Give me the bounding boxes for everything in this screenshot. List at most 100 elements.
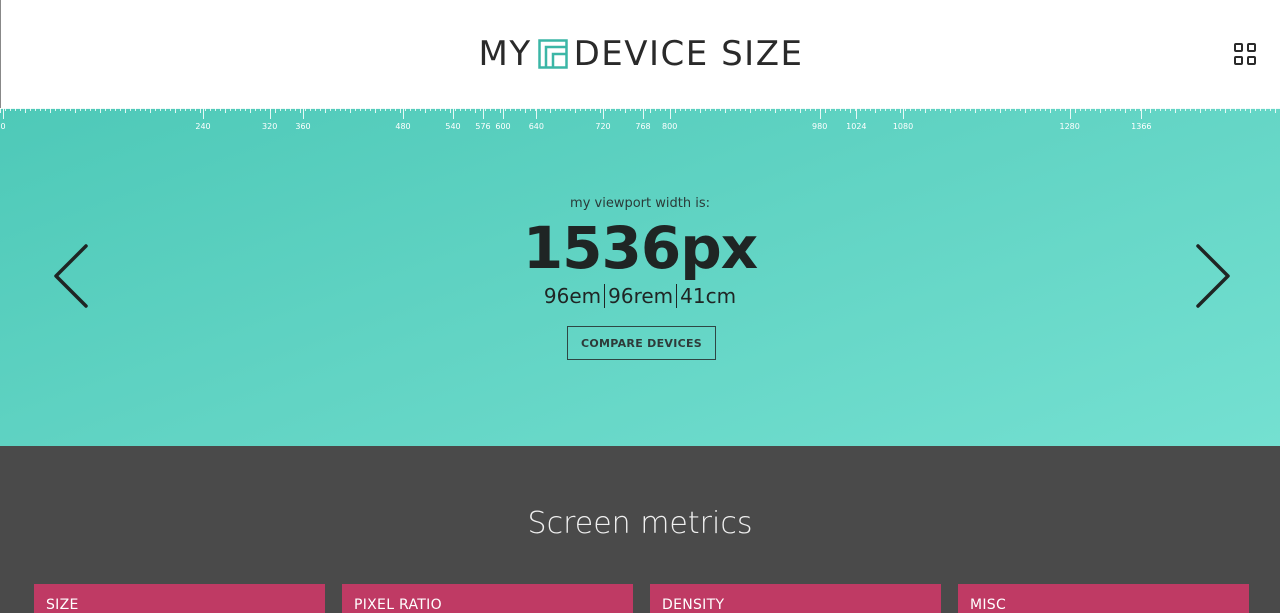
ruler-minor-tick [575,108,576,113]
ruler-minor-tick [410,108,411,111]
ruler-minor-tick [1115,108,1116,111]
ruler-minor-tick [1120,108,1121,111]
ruler-minor-tick [710,108,711,111]
ruler-minor-tick [90,108,91,111]
site-header: MY DEVICE SIZE [0,0,1280,108]
ruler-minor-tick [360,108,361,111]
ruler-minor-tick [680,108,681,111]
ruler-minor-tick [310,108,311,111]
ruler-minor-tick [395,108,396,111]
ruler-minor-tick [85,108,86,111]
ruler-minor-tick [1130,108,1131,111]
ruler-minor-tick [975,108,976,113]
ruler-minor-tick [625,108,626,113]
ruler-minor-tick [615,108,616,111]
ruler-minor-tick [135,108,136,111]
ruler-minor-tick [540,108,541,111]
ruler-minor-tick [685,108,686,111]
ruler-minor-tick [550,108,551,113]
ruler-minor-tick [285,108,286,111]
ruler-minor-tick [1025,108,1026,113]
ruler-minor-tick [75,108,76,113]
grid-menu-icon[interactable] [1234,43,1256,65]
ruler-label: 720 [595,122,611,131]
ruler-minor-tick [235,108,236,111]
ruler-minor-tick [140,108,141,111]
metric-card-pixel-ratio[interactable]: PIXEL RATIO [342,584,633,613]
ruler-minor-tick [120,108,121,111]
ruler-minor-tick [125,108,126,113]
ruler-minor-tick [915,108,916,111]
ruler-label: 640 [528,122,544,131]
ruler-label: 540 [445,122,461,131]
ruler-minor-tick [1205,108,1206,111]
ruler-label: 240 [195,122,211,131]
ruler-minor-tick [60,108,61,111]
ruler-minor-tick [1095,108,1096,111]
ruler-minor-tick [1110,108,1111,111]
unit-em: 96em [543,284,602,308]
ruler-minor-tick [580,108,581,111]
site-logo[interactable]: MY DEVICE SIZE [1,34,1280,74]
metric-card-size[interactable]: SIZE [34,584,325,613]
section-title: Screen metrics [527,506,753,541]
ruler-minor-tick [10,108,11,111]
ruler-label: 600 [495,122,511,131]
ruler-minor-tick [475,108,476,113]
metric-card-density[interactable]: DENSITY [650,584,941,613]
card-label: MISC [970,597,1007,613]
ruler-minor-tick [745,108,746,111]
ruler-minor-tick [1225,108,1226,113]
ruler-minor-tick [785,108,786,111]
ruler-minor-tick [100,108,101,113]
ruler-label: 576 [475,122,491,131]
ruler-minor-tick [435,108,436,111]
ruler-minor-tick [675,108,676,113]
ruler-minor-tick [355,108,356,111]
ruler-minor-tick [1265,108,1266,111]
ruler-minor-tick [380,108,381,111]
ruler-minor-tick [1080,108,1081,111]
ruler-minor-tick [490,108,491,111]
ruler-minor-tick [790,108,791,111]
ruler-minor-tick [325,108,326,113]
ruler-minor-tick [965,108,966,111]
ruler-minor-tick [860,108,861,111]
ruler-minor-tick [755,108,756,111]
ruler-minor-tick [655,108,656,111]
ruler-minor-tick [420,108,421,111]
ruler-minor-tick [960,108,961,111]
ruler-minor-tick [1065,108,1066,111]
ruler-minor-tick [910,108,911,111]
ruler-minor-tick [545,108,546,111]
ruler-minor-tick [130,108,131,111]
ruler-minor-tick [585,108,586,111]
ruler-minor-tick [250,108,251,113]
ruler-minor-tick [170,108,171,111]
ruler-minor-tick [1060,108,1061,111]
ruler-minor-tick [460,108,461,111]
ruler-minor-tick [1010,108,1011,111]
ruler-minor-tick [750,108,751,113]
screen-metrics-section: Screen metrics SIZE PIXEL RATIO DENSITY … [0,446,1280,613]
ruler-minor-tick [925,108,926,113]
ruler-minor-tick [845,108,846,111]
ruler-major-tick [303,108,304,119]
ruler-minor-tick [605,108,606,111]
ruler-minor-tick [880,108,881,111]
compare-devices-button[interactable]: COMPARE DEVICES [567,326,716,360]
ruler-minor-tick [890,108,891,111]
ruler-minor-tick [875,108,876,113]
ruler-minor-tick [525,108,526,113]
ruler-minor-tick [155,108,156,111]
metric-card-misc[interactable]: MISC [958,584,1249,613]
ruler-minor-tick [1195,108,1196,111]
unit-conversions: 96em 96rem 41cm [0,284,1280,308]
ruler-major-tick [536,108,538,119]
ruler-minor-tick [955,108,956,111]
ruler-major-tick [403,108,404,119]
ruler-minor-tick [165,108,166,111]
ruler-minor-tick [1035,108,1036,111]
ruler-minor-tick [215,108,216,111]
ruler-minor-tick [260,108,261,111]
